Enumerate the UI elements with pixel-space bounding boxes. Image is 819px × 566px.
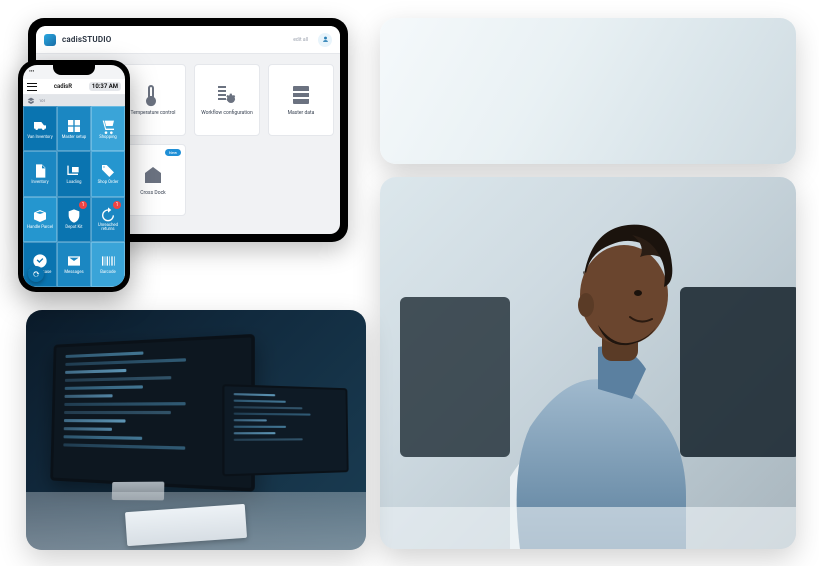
phone-notch xyxy=(53,65,95,75)
mail-icon xyxy=(66,253,82,269)
header-info-badge: edit all xyxy=(289,35,312,45)
ptile-barcode[interactable]: Barcode xyxy=(91,242,125,287)
sync-icon xyxy=(32,270,40,278)
ptile-label: Depot Kit xyxy=(63,226,84,230)
user-menu-button[interactable] xyxy=(318,33,332,47)
phone-clock: 10:37 AM xyxy=(89,82,121,91)
tile-master-data[interactable]: Master data xyxy=(268,64,334,136)
crossdock-icon xyxy=(141,163,165,187)
return-icon xyxy=(100,206,116,222)
ptile-van-inventory[interactable]: Van Inventory xyxy=(23,106,57,151)
ptile-shopping[interactable]: Shopping xyxy=(91,106,125,151)
laptop-icon xyxy=(222,384,348,476)
context-label: 101 xyxy=(39,98,46,103)
phone-screen: ••• cadisR 10:37 AM 101 Van Inventory Ma… xyxy=(23,65,125,287)
phone-topbar: cadisR 10:37 AM xyxy=(23,79,125,95)
ptile-unreached-returns[interactable]: 1 Unreached returns xyxy=(91,197,125,242)
trolley-icon xyxy=(66,163,82,179)
grad-icon xyxy=(27,97,35,105)
ptile-depot-kit[interactable]: 1 Depot Kit xyxy=(57,197,91,242)
new-badge: New xyxy=(165,149,181,156)
barcode-icon xyxy=(100,253,116,269)
ptile-label: Master setup xyxy=(60,136,89,140)
doc-icon xyxy=(32,163,48,179)
ptile-messages[interactable]: Messages xyxy=(57,242,91,287)
photo-code-workstation xyxy=(26,310,366,550)
ptile-label: Barcode xyxy=(98,271,117,275)
app-title: cadisSTUDIO xyxy=(62,35,111,44)
ptile-label: Shop Order xyxy=(96,181,121,185)
grid-icon xyxy=(66,118,82,134)
workflow-icon xyxy=(215,83,239,107)
notification-badge: 1 xyxy=(113,201,121,209)
app-logo-icon xyxy=(44,34,56,46)
phone-context-bar: 101 xyxy=(23,95,125,106)
cart-icon xyxy=(100,118,116,134)
phone-device-frame: ••• cadisR 10:37 AM 101 Van Inventory Ma… xyxy=(18,60,130,292)
user-icon xyxy=(322,36,329,43)
ptile-label: Messages xyxy=(62,271,85,275)
ptile-label: Van Inventory xyxy=(25,136,54,140)
phone-tile-grid: Van Inventory Master setup Shopping Inve… xyxy=(23,106,125,287)
ptile-master-setup[interactable]: Master setup xyxy=(57,106,91,151)
photo-office-top xyxy=(380,18,796,164)
phone-app-title: cadisR xyxy=(54,83,72,90)
parcel-icon xyxy=(32,208,48,224)
ptile-label: Shopping xyxy=(97,136,119,140)
notification-badge: 1 xyxy=(79,201,87,209)
tile-label: Workflow configuration xyxy=(201,111,252,117)
tag-icon xyxy=(100,163,116,179)
tablet-header: cadisSTUDIO edit all xyxy=(36,26,340,54)
ptile-label: Inventory xyxy=(29,181,50,185)
ptile-loading[interactable]: Loading xyxy=(57,151,91,196)
ptile-label: Loading xyxy=(65,181,84,185)
masterdata-icon xyxy=(289,83,313,107)
ptile-inventory[interactable]: Inventory xyxy=(23,151,57,196)
sync-button[interactable] xyxy=(28,266,44,282)
ptile-label: Unreached returns xyxy=(92,224,124,232)
ptile-handle-parcel[interactable]: Handle Parcel xyxy=(23,197,57,242)
ptile-label: Handle Parcel xyxy=(25,226,55,230)
thermo-icon xyxy=(141,83,165,107)
shield-icon xyxy=(66,208,82,224)
ptile-shop-order[interactable]: Shop Order xyxy=(91,151,125,196)
tile-label: Temperature control xyxy=(130,111,175,117)
tile-label: Master data xyxy=(288,111,315,117)
tile-label: Cross Dock xyxy=(140,191,165,197)
tile-workflow-configuration[interactable]: Workflow configuration xyxy=(194,64,260,136)
van-icon xyxy=(32,118,48,134)
menu-button[interactable] xyxy=(27,83,37,91)
photo-office-worker xyxy=(380,177,796,549)
carrier-indicator: ••• xyxy=(29,69,34,75)
